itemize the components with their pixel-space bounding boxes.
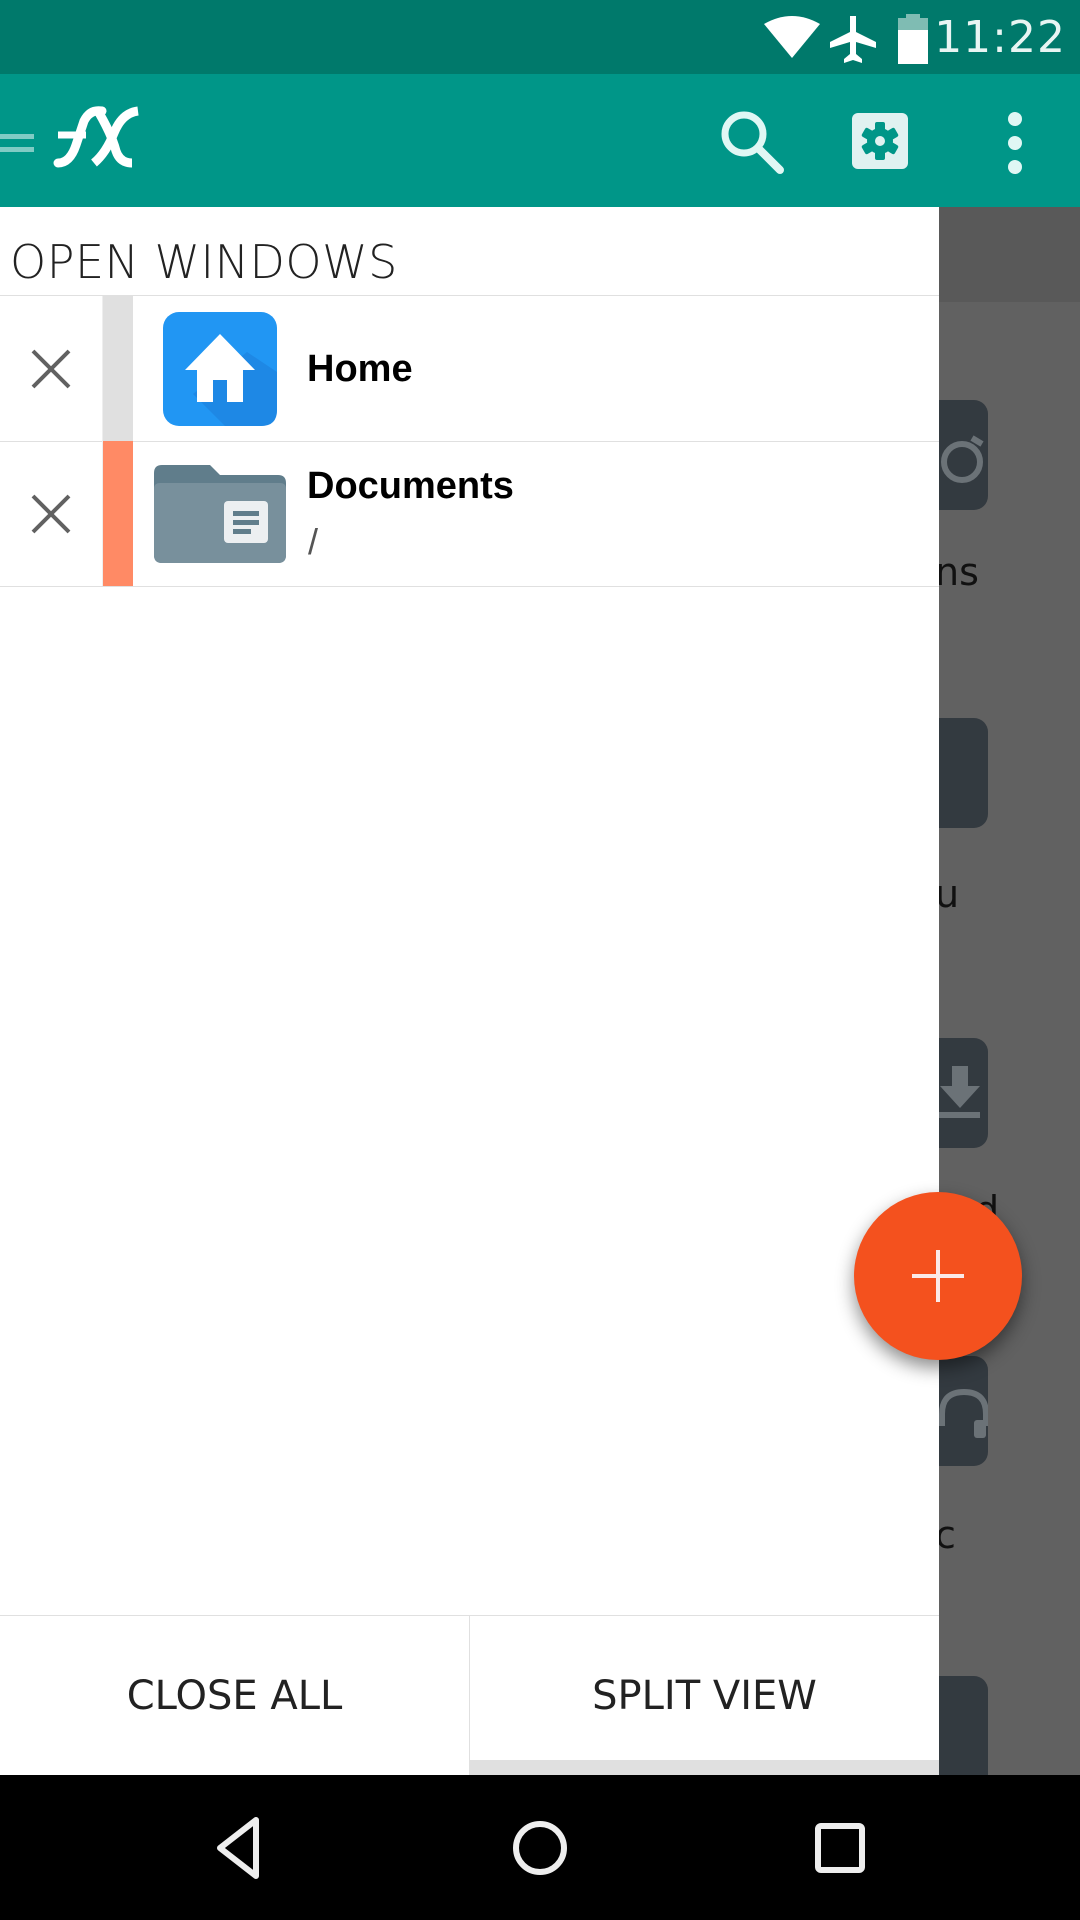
- drawer-title: OPEN WINDOWS: [10, 235, 398, 289]
- recents-button[interactable]: [795, 1803, 885, 1893]
- app-logo: [53, 106, 139, 168]
- split-view-button[interactable]: SPLIT VIEW: [470, 1616, 939, 1776]
- back-button[interactable]: [195, 1803, 285, 1893]
- window-color-stripe: [103, 441, 133, 586]
- system-nav-bar: [0, 1775, 1080, 1920]
- back-icon: [217, 1817, 259, 1879]
- window-title: Home: [307, 348, 413, 390]
- open-windows-drawer: OPEN WINDOWS Home Documents / CLOSE ALL …: [0, 207, 939, 1776]
- window-color-stripe: [103, 296, 133, 441]
- status-bar: 11:22: [0, 0, 1080, 74]
- close-window-button[interactable]: [0, 296, 103, 441]
- window-item-documents[interactable]: Documents /: [0, 441, 939, 587]
- window-title: Documents: [307, 465, 514, 507]
- close-window-button[interactable]: [0, 441, 103, 586]
- background-label: ns: [935, 550, 979, 594]
- documents-folder-icon: [154, 465, 286, 563]
- headphones-icon: [939, 1388, 988, 1438]
- app-toolbar: [0, 74, 1080, 207]
- add-fab-button[interactable]: [854, 1192, 1022, 1360]
- drawer-actions: CLOSE ALL SPLIT VIEW: [0, 1615, 939, 1776]
- close-icon: [31, 494, 71, 533]
- window-item-home[interactable]: Home: [0, 296, 939, 442]
- overflow-menu-icon[interactable]: [1000, 110, 1030, 176]
- settings-icon[interactable]: [852, 113, 908, 169]
- drawer-toggle-icon[interactable]: [0, 134, 34, 152]
- status-time: 11:22: [934, 12, 1066, 63]
- home-circle-icon: [513, 1821, 567, 1875]
- split-view-active-indicator: [470, 1760, 939, 1775]
- recents-icon: [815, 1823, 865, 1873]
- battery-icon: [898, 14, 928, 64]
- download-icon: [938, 1066, 980, 1118]
- close-icon: [31, 349, 71, 388]
- airplane-mode-icon: [830, 16, 876, 63]
- search-icon[interactable]: [718, 108, 788, 178]
- wifi-icon: [764, 16, 820, 58]
- add-icon: [912, 1250, 964, 1302]
- home-button[interactable]: [495, 1803, 585, 1893]
- timer-icon: [941, 435, 984, 483]
- close-all-button[interactable]: CLOSE ALL: [0, 1616, 470, 1776]
- home-icon: [163, 312, 277, 426]
- window-path: /: [308, 521, 319, 562]
- background-header: [939, 207, 1080, 302]
